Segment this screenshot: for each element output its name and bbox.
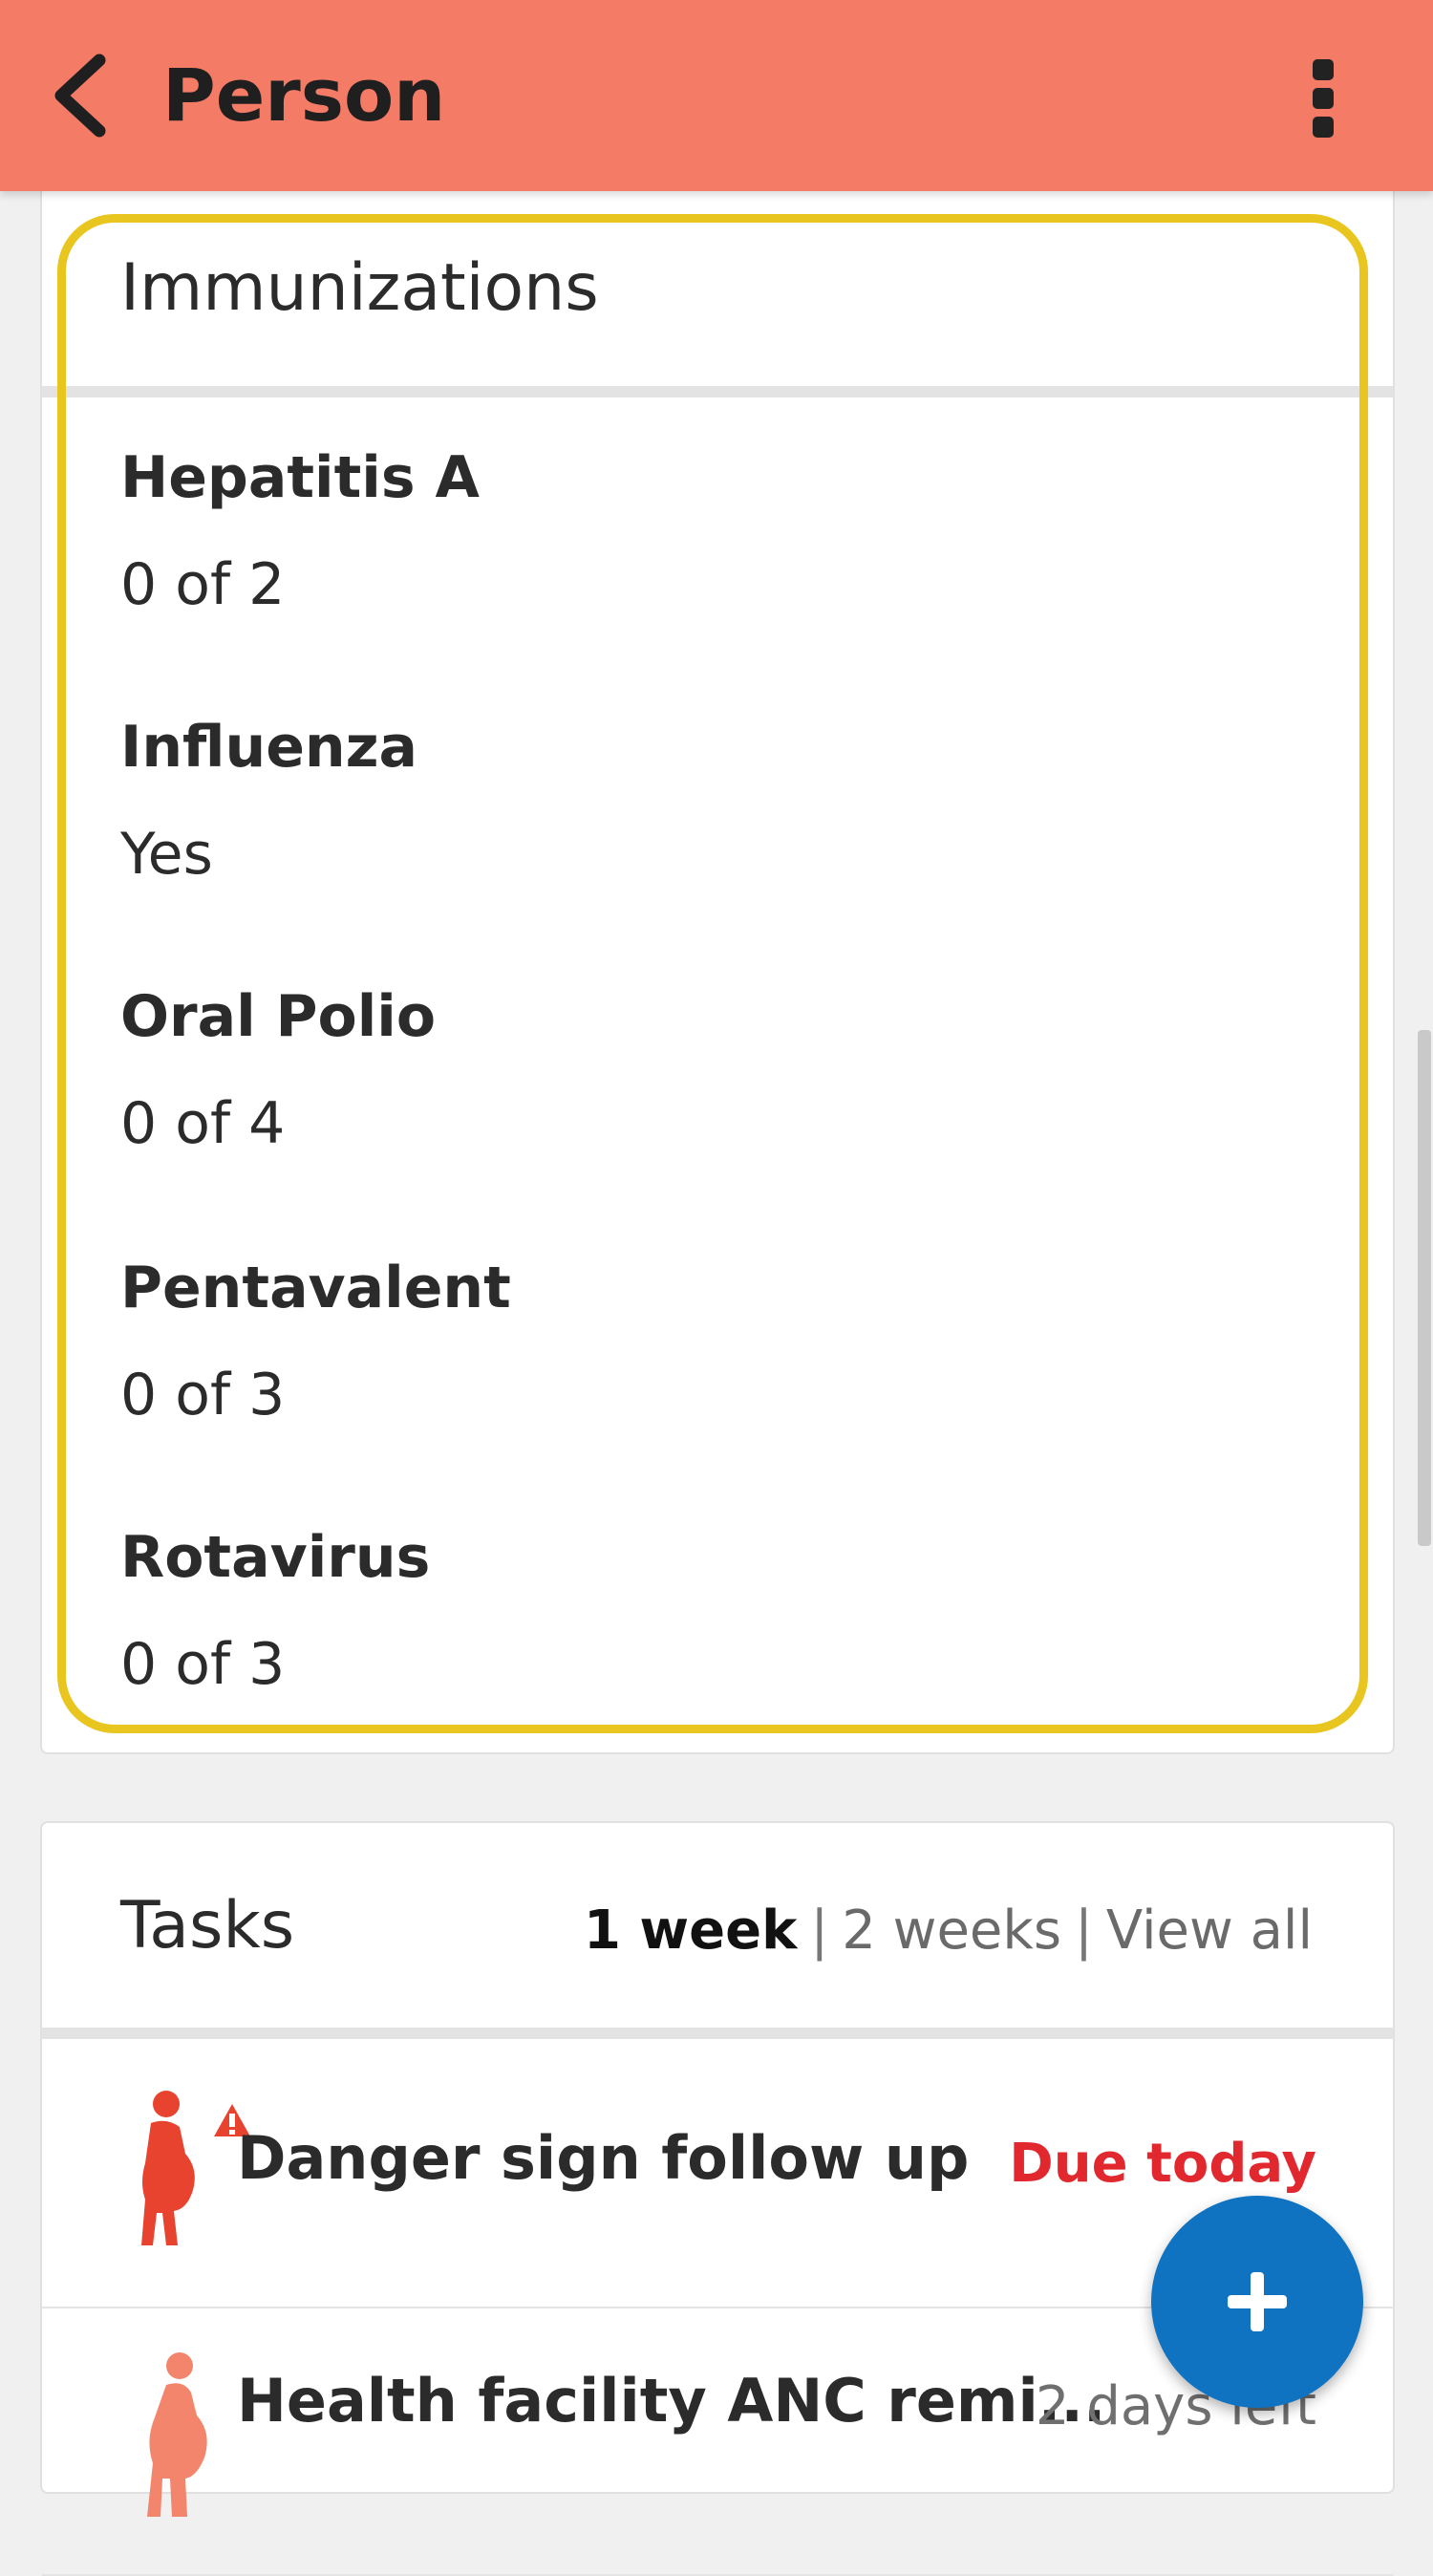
immunizations-header: Immunizations <box>42 191 1393 397</box>
immunization-item: Rotavirus 0 of 3 <box>120 1519 430 1703</box>
add-fab-button[interactable] <box>1151 2196 1363 2408</box>
tasks-card: Tasks 1 week | 2 weeks | View all Danger sig… <box>40 1821 1395 2576</box>
immunization-name: Rotavirus <box>120 1524 431 1591</box>
immunization-value: 0 of 2 <box>120 551 286 618</box>
immunization-name: Oral Polio <box>120 983 437 1050</box>
scrollbar[interactable] <box>1418 1030 1431 1546</box>
immunization-item: Pentavalent 0 of 3 <box>120 1250 511 1433</box>
immunization-value: 0 of 4 <box>120 1090 286 1157</box>
immunization-value: 0 of 3 <box>120 1631 286 1698</box>
filter-2-weeks[interactable]: 2 weeks <box>842 1900 1061 1962</box>
immunization-value: 0 of 3 <box>120 1362 286 1428</box>
task-title: Health facility ANC remi... <box>237 2366 1106 2436</box>
tasks-header: Tasks 1 week | 2 weeks | View all <box>42 1823 1393 2039</box>
immunization-name: Hepatitis A <box>120 444 480 511</box>
task-title: Danger sign follow up <box>237 2123 970 2193</box>
immunizations-card: Immunizations Hepatitis A 0 of 2 Influen… <box>40 191 1395 1754</box>
more-options-button[interactable] <box>1294 59 1352 145</box>
immunizations-title: Immunizations <box>120 250 599 326</box>
filter-separator: | <box>810 1900 829 1962</box>
page-title: Person <box>162 53 446 138</box>
immunization-item: Influenza Yes <box>120 709 417 892</box>
immunization-name: Pentavalent <box>120 1255 511 1321</box>
tasks-filter: 1 week | 2 weeks | View all <box>584 1900 1313 1962</box>
back-button[interactable] <box>46 53 132 139</box>
plus-icon <box>1228 2272 1287 2331</box>
task-due: Due today <box>1009 2133 1316 2195</box>
filter-separator: | <box>1075 1900 1093 1962</box>
tasks-title: Tasks <box>120 1888 295 1964</box>
chevron-left-icon <box>54 54 106 138</box>
more-vert-dot <box>1313 117 1334 138</box>
more-vert-dot <box>1313 88 1334 109</box>
immunization-item: Oral Polio 0 of 4 <box>120 978 436 1162</box>
app-header: Person <box>0 0 1433 191</box>
immunization-item: Hepatitis A 0 of 2 <box>120 440 480 623</box>
immunization-name: Influenza <box>120 714 418 781</box>
immunization-value: Yes <box>120 821 213 888</box>
filter-1-week[interactable]: 1 week <box>584 1900 797 1962</box>
filter-view-all[interactable]: View all <box>1106 1900 1313 1962</box>
more-vert-icon <box>1313 59 1334 80</box>
